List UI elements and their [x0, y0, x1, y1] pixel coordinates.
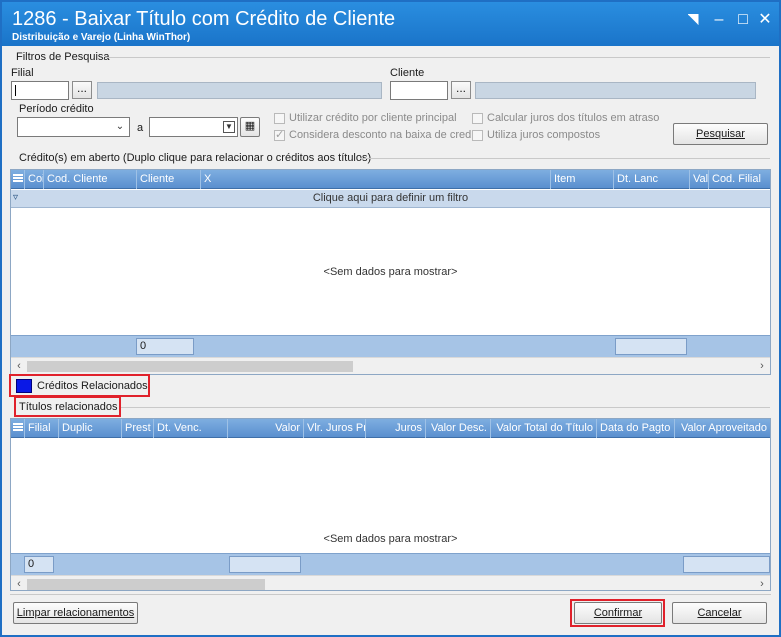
title-bar[interactable]: 1286 - Baixar Título com Crédito de Clie…: [2, 2, 779, 46]
text-cursor: [15, 85, 16, 96]
column-header[interactable]: Item: [550, 170, 613, 189]
titulos-count-cell: 0: [24, 556, 54, 573]
creditos-summary-row: 0: [11, 335, 770, 357]
cliente-lookup-button[interactable]: ...: [451, 81, 471, 99]
scroll-thumb[interactable]: [27, 579, 265, 590]
creditos-empty-message: <Sem dados para mostrar>: [323, 266, 458, 278]
column-chooser-icon[interactable]: [13, 174, 23, 185]
column-header[interactable]: Filial: [24, 419, 58, 438]
window-content: Filtros de Pesquisa Filial ... Cliente .…: [2, 46, 779, 635]
column-header[interactable]: Cod. Filial: [708, 170, 768, 189]
filial-label: Filial: [11, 67, 34, 79]
dropdown-arrow-icon: ▼: [223, 121, 235, 133]
creditos-filter-row[interactable]: ▿ Clique aqui para definir um filtro: [11, 190, 770, 208]
considera-desconto-label: Considera desconto na baixa de cred.: [289, 129, 475, 141]
column-header[interactable]: Cliente: [136, 170, 200, 189]
titulos-grid-header: Filial Duplic Prest Dt. Venc. Valor Vlr.…: [11, 419, 770, 438]
restore-icon[interactable]: [682, 10, 704, 30]
calcular-juros-label: Calcular juros dos títulos em atraso: [487, 112, 660, 124]
considera-desconto-checkbox[interactable]: [274, 128, 285, 141]
limpar-relacionamentos-label: Limpar relacionamentos: [16, 607, 135, 619]
limpar-relacionamentos-button[interactable]: Limpar relacionamentos: [13, 602, 138, 624]
creditos-filter-text: Clique aqui para definir um filtro: [312, 192, 469, 204]
column-header[interactable]: Valor Desc.: [425, 419, 490, 438]
periodo-a-label: a: [137, 122, 144, 134]
cancelar-label: Cancelar: [697, 607, 742, 619]
chevron-down-icon: ⌄: [115, 121, 125, 132]
column-chooser-icon[interactable]: [13, 423, 23, 434]
highlight-titulos-relacionados: [14, 396, 121, 417]
creditos-count-cell: 0: [136, 338, 194, 355]
filters-group-label: Filtros de Pesquisa: [16, 51, 110, 63]
filial-lookup-button[interactable]: ...: [72, 81, 92, 99]
filial-description-field: [97, 82, 382, 99]
column-header[interactable]: Prest: [121, 419, 153, 438]
creditos-horizontal-scrollbar[interactable]: ‹ ›: [11, 357, 770, 374]
pesquisar-button-label: Pesquisar: [696, 128, 745, 140]
actions-divider: [10, 594, 771, 595]
scroll-left-icon[interactable]: ‹: [11, 358, 27, 374]
creditos-grid[interactable]: Coi Cod. Cliente Cliente X Item Dt. Lanc…: [10, 169, 771, 375]
juros-compostos-label: Utiliza juros compostos: [487, 129, 601, 141]
column-header[interactable]: Juros: [365, 419, 425, 438]
titulos-horizontal-scrollbar[interactable]: ‹ ›: [11, 575, 770, 590]
periodo-label: Período crédito: [19, 103, 94, 115]
minimize-icon[interactable]: –: [708, 10, 730, 30]
filial-input[interactable]: [11, 81, 69, 100]
scroll-right-icon[interactable]: ›: [754, 358, 770, 374]
column-header[interactable]: Dt. Lanc: [613, 170, 689, 189]
column-header[interactable]: Vlr. Juros Pr: [303, 419, 365, 438]
main-window: 1286 - Baixar Título com Crédito de Clie…: [0, 0, 781, 637]
scroll-thumb[interactable]: [27, 361, 353, 372]
titulos-valor-total-cell: [229, 556, 301, 573]
cliente-label: Cliente: [390, 67, 425, 79]
column-header[interactable]: Valor: [227, 419, 303, 438]
column-header[interactable]: Valor Aproveitado: [674, 419, 770, 438]
periodo-inicio-combo[interactable]: ⌄: [17, 117, 130, 137]
column-header[interactable]: Dt. Venc.: [153, 419, 227, 438]
cliente-input[interactable]: [390, 81, 448, 100]
column-header[interactable]: Cod. Cliente: [43, 170, 136, 189]
periodo-fim-combo[interactable]: ▼: [149, 117, 238, 137]
juros-compostos-checkbox[interactable]: [472, 130, 483, 141]
scroll-right-icon[interactable]: ›: [754, 576, 770, 590]
column-header[interactable]: Duplic: [58, 419, 121, 438]
titulos-grid[interactable]: Filial Duplic Prest Dt. Venc. Valor Vlr.…: [10, 418, 771, 591]
titulos-aproveitado-total-cell: [683, 556, 770, 573]
column-header[interactable]: X: [200, 170, 550, 189]
cliente-description-field: [475, 82, 756, 99]
window-title: 1286 - Baixar Título com Crédito de Clie…: [12, 8, 396, 30]
utilizar-credito-checkbox[interactable]: [274, 113, 285, 124]
creditos-grid-header: Coi Cod. Cliente Cliente X Item Dt. Lanc…: [11, 170, 770, 189]
window-subtitle: Distribuição e Varejo (Linha WinThor): [12, 32, 191, 43]
pesquisar-button[interactable]: Pesquisar: [673, 123, 768, 145]
creditos-group-label: Crédito(s) em aberto (Duplo clique para …: [19, 152, 372, 164]
filters-group-divider: [106, 57, 770, 58]
column-header[interactable]: Valor Total do Título: [490, 419, 596, 438]
cancelar-button[interactable]: Cancelar: [672, 602, 767, 624]
highlight-confirmar: [570, 599, 665, 627]
column-header[interactable]: Data do Pagto: [596, 419, 674, 438]
column-header[interactable]: Val: [689, 170, 708, 189]
highlight-creditos-relacionados: [9, 374, 150, 397]
titulos-group-divider: [120, 407, 770, 408]
scroll-left-icon[interactable]: ‹: [11, 576, 27, 590]
calcular-juros-checkbox[interactable]: [472, 113, 483, 124]
calendar-icon[interactable]: ▦: [240, 117, 260, 137]
creditos-total-cell: [615, 338, 687, 355]
column-header[interactable]: Coi: [24, 170, 43, 189]
utilizar-credito-label: Utilizar crédito por cliente principal: [289, 112, 457, 124]
close-icon[interactable]: ✕: [754, 10, 776, 30]
maximize-icon[interactable]: □: [732, 10, 754, 30]
titulos-summary-row: 0: [11, 553, 770, 575]
creditos-group-divider: [360, 158, 770, 159]
titulos-empty-message: <Sem dados para mostrar>: [323, 533, 458, 545]
